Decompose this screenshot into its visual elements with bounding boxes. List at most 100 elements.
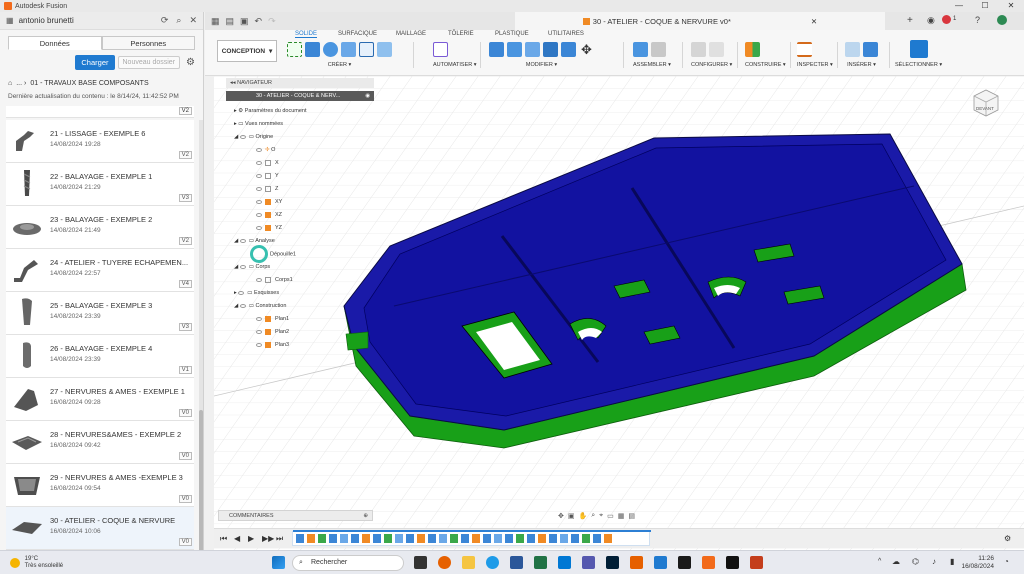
navigator-header[interactable]: ◂◂ NAVIGATEUR: [226, 78, 374, 88]
version-badge[interactable]: V0: [178, 538, 192, 546]
start-icon[interactable]: [272, 556, 285, 569]
construct-plane-icon[interactable]: [745, 41, 760, 57]
fusion-taskbar-icon[interactable]: [702, 556, 715, 569]
minimize-icon[interactable]: —: [946, 0, 972, 12]
tab-utilitaires[interactable]: UTILITAIRES: [548, 31, 584, 37]
document-tab[interactable]: 30 - ATELIER - COQUE & NERVURE v0* ✕: [515, 12, 885, 30]
tab-surfacique[interactable]: SURFACIQUE: [338, 31, 377, 37]
group-label-construire[interactable]: CONSTRUIRE ▾: [745, 62, 786, 68]
comments-bar[interactable]: COMMENTAIRES ⊕: [218, 510, 373, 521]
excel-icon[interactable]: [534, 556, 547, 569]
speaker-icon[interactable]: ♪: [932, 557, 936, 566]
load-button[interactable]: Charger: [75, 55, 115, 70]
nav-plan1[interactable]: Plan1: [256, 314, 289, 325]
fit-icon[interactable]: ⌖: [599, 512, 603, 520]
close-tab-icon[interactable]: ✕: [811, 17, 817, 26]
edge-icon[interactable]: [486, 556, 499, 569]
list-item[interactable]: 25 - BALAYAGE - EXEMPLE 3 14/08/2024 23:…: [6, 292, 194, 335]
automate-icon[interactable]: [433, 41, 448, 57]
version-badge[interactable]: V1: [178, 366, 192, 374]
settings-gear-icon[interactable]: ⚙: [186, 57, 195, 68]
select-cursor-icon[interactable]: [909, 40, 928, 58]
config-icon[interactable]: [709, 41, 724, 57]
user-name[interactable]: antonio brunetti: [19, 16, 153, 25]
undo-icon[interactable]: ↶: [255, 16, 263, 27]
avatar[interactable]: [997, 15, 1007, 25]
search-icon[interactable]: ⌕: [176, 15, 181, 26]
home-icon[interactable]: ⌂: [8, 80, 12, 87]
nav-plan2[interactable]: Plan2: [256, 327, 289, 338]
version-badge[interactable]: V0: [178, 495, 192, 503]
insert-derive-icon[interactable]: [845, 41, 860, 57]
version-badge[interactable]: V4: [178, 280, 192, 288]
tab-personnes[interactable]: Personnes: [101, 36, 195, 50]
timeline-settings-icon[interactable]: ⚙: [1004, 534, 1011, 543]
timeline-back-icon[interactable]: ◀: [234, 534, 240, 543]
press-pull-icon[interactable]: [489, 41, 504, 57]
tab-donnees[interactable]: Données: [8, 36, 102, 50]
autodesk-icon[interactable]: [726, 556, 739, 569]
redo-icon[interactable]: ↷: [268, 16, 276, 27]
group-label-modifier[interactable]: MODIFIER ▾: [489, 62, 594, 68]
extrude-icon[interactable]: [305, 41, 320, 57]
tab-plastique[interactable]: PLASTIQUE: [495, 31, 529, 37]
fillet-icon[interactable]: [507, 41, 522, 57]
teams-icon[interactable]: [582, 556, 595, 569]
group-label-automatiser[interactable]: AUTOMATISER ▾: [433, 62, 477, 68]
version-badge[interactable]: V0: [178, 452, 192, 460]
revolve-icon[interactable]: [323, 41, 338, 57]
taskbar-clock[interactable]: 11:26 16/08/2024: [961, 555, 994, 571]
nav-origin-o[interactable]: ✢ O: [256, 145, 275, 156]
notification-icon[interactable]: [942, 15, 951, 24]
orbit-icon[interactable]: ✥: [558, 512, 564, 520]
online-status-icon[interactable]: ◉: [927, 15, 935, 26]
new-tab-icon[interactable]: +: [907, 15, 913, 26]
terminal-icon[interactable]: [678, 556, 691, 569]
list-item[interactable]: 29 - NERVURES & AMES -EXEMPLE 3 16/08/20…: [6, 464, 194, 507]
save-icon[interactable]: ▣: [240, 16, 249, 27]
box-icon[interactable]: [377, 41, 392, 57]
navigator-root[interactable]: 30 - ATELIER - COQUE & NERV... ◉: [226, 91, 374, 101]
tab-maillage[interactable]: MAILLAGE: [396, 31, 426, 37]
close-icon[interactable]: ✕: [998, 0, 1024, 12]
group-label-configurer[interactable]: CONFIGURER ▾: [691, 62, 732, 68]
battery-icon[interactable]: ▮: [950, 557, 954, 566]
chamfer-icon[interactable]: [525, 41, 540, 57]
display-settings-icon[interactable]: ▭: [607, 512, 614, 520]
new-folder-button[interactable]: Nouveau dossier: [117, 56, 181, 69]
list-item[interactable]: 27 - NERVURES & AMES - EXEMPLE 1 16/08/2…: [6, 378, 194, 421]
timeline-start-icon[interactable]: ⏮: [220, 534, 227, 544]
list-item[interactable]: 21 - LISSAGE - EXEMPLE 6 14/08/2024 19:2…: [6, 120, 194, 163]
zoom-icon[interactable]: ⌕: [591, 512, 595, 520]
photoshop-icon[interactable]: [606, 556, 619, 569]
nav-corps[interactable]: ◢ ▭ Corps: [234, 262, 270, 273]
move-icon[interactable]: ✥: [579, 42, 594, 57]
version-badge[interactable]: V0: [178, 409, 192, 417]
new-component-icon[interactable]: [633, 41, 648, 57]
maximize-icon[interactable]: ☐: [972, 0, 998, 12]
list-scrollbar[interactable]: [199, 120, 203, 560]
notifications-icon[interactable]: ◔: [1004, 557, 1009, 566]
view-cube[interactable]: DEVANT: [968, 86, 1002, 120]
version-badge[interactable]: V3: [178, 323, 192, 331]
nav-plane-yz[interactable]: YZ: [256, 223, 282, 234]
nav-esquisses[interactable]: ▸ ▭ Esquisses: [234, 288, 279, 299]
close-panel-icon[interactable]: ✕: [189, 15, 197, 26]
list-item[interactable]: 30 - ATELIER - COQUE & NERVURE 16/08/202…: [6, 507, 194, 550]
viewports-icon[interactable]: ▤: [628, 512, 635, 520]
grid-menu-icon[interactable]: ▦: [211, 16, 220, 27]
insert-image-icon[interactable]: [863, 41, 878, 57]
list-item[interactable]: 24 - ATELIER - TUYERE ECHAPEMEN... 14/08…: [6, 249, 194, 292]
file-icon[interactable]: ▤: [226, 16, 235, 27]
timeline-track[interactable]: [292, 530, 651, 546]
group-label-inspecter[interactable]: INSPECTER ▾: [797, 62, 833, 68]
nav-corps1[interactable]: Corps1: [256, 275, 293, 286]
outlook-icon[interactable]: [558, 556, 571, 569]
nav-plan3[interactable]: Plan3: [256, 340, 289, 351]
tray-chevron-icon[interactable]: ^: [878, 558, 881, 565]
firefox-icon[interactable]: [438, 556, 451, 569]
timeline-play-icon[interactable]: ▶: [248, 534, 254, 543]
hole-icon[interactable]: [341, 41, 356, 57]
version-badge[interactable]: V2: [178, 237, 192, 245]
list-item[interactable]: 26 - BALAYAGE - EXEMPLE 4 14/08/2024 23:…: [6, 335, 194, 378]
